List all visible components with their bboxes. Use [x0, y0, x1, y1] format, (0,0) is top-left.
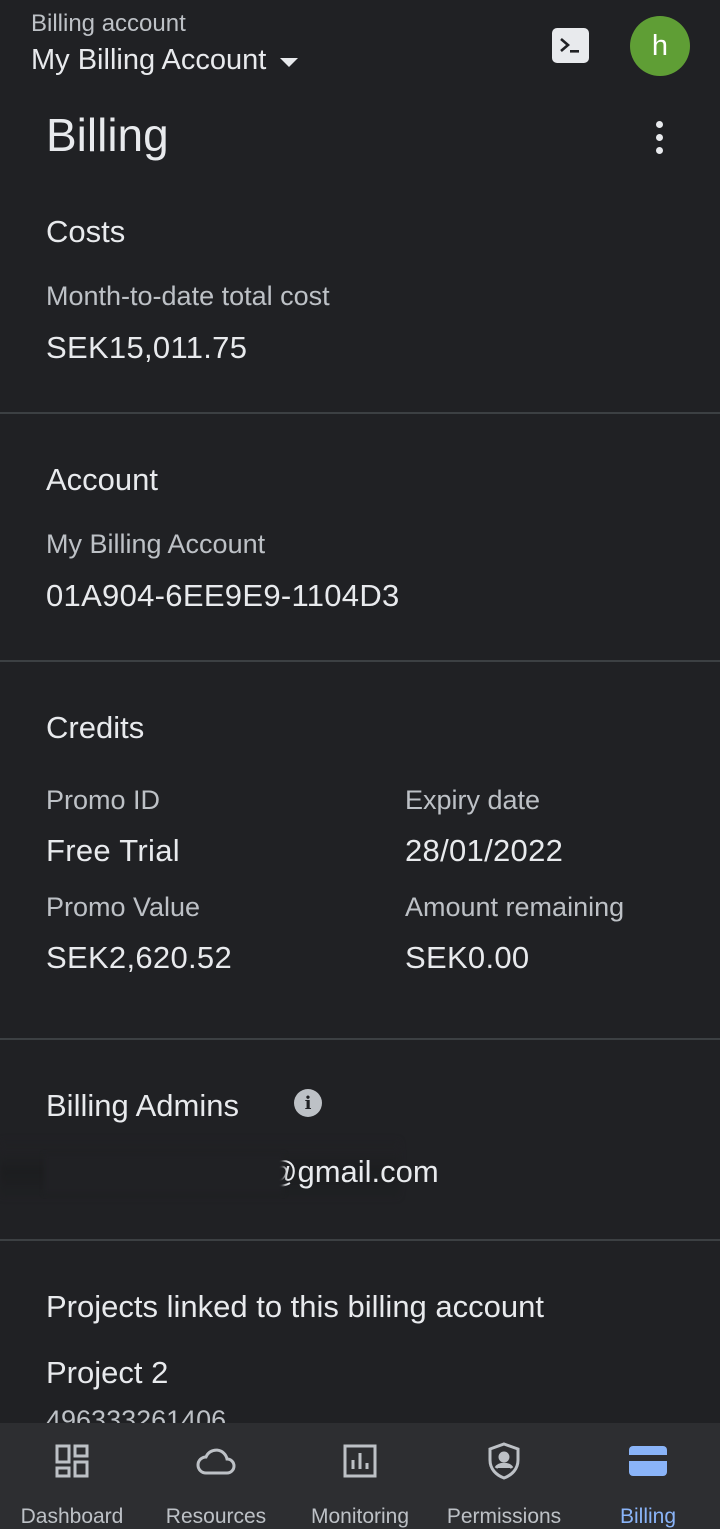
nav-item-monitoring[interactable]: Monitoring [288, 1423, 432, 1529]
avatar[interactable]: h [630, 16, 690, 76]
page-title: Billing [46, 109, 169, 161]
amount-remaining-label: Amount remaining [405, 892, 625, 922]
month-to-date-label: Month-to-date total cost [46, 281, 330, 311]
bottom-navigation: Dashboard Resources Monitoring Permissio… [0, 1423, 720, 1529]
nav-label: Dashboard [20, 1505, 124, 1528]
more-options-button[interactable] [642, 116, 676, 158]
costs-section-title: Costs [46, 214, 126, 249]
bar-chart-icon [340, 1441, 380, 1481]
nav-item-dashboard[interactable]: Dashboard [0, 1423, 144, 1529]
amount-remaining-value: SEK0.00 [405, 940, 530, 975]
credits-section-title: Credits [46, 710, 145, 745]
cloud-shell-button[interactable] [552, 28, 589, 63]
nav-item-permissions[interactable]: Permissions [432, 1423, 576, 1529]
nav-label: Resources [165, 1505, 267, 1528]
expiry-date-value: 28/01/2022 [405, 833, 564, 868]
nav-item-billing[interactable]: Billing [576, 1423, 720, 1529]
more-vert-icon [655, 120, 663, 128]
promo-value-label: Promo Value [46, 892, 201, 922]
nav-item-resources[interactable]: Resources [144, 1423, 288, 1529]
divider [0, 412, 720, 414]
divider [0, 1038, 720, 1040]
expiry-date-label: Expiry date [405, 785, 541, 815]
project-id: 496333261406 [46, 1405, 227, 1423]
promo-id-value: Free Trial [46, 833, 180, 868]
nav-label: Monitoring [310, 1505, 410, 1528]
redaction-mask [44, 1154, 284, 1194]
dashboard-icon [52, 1441, 92, 1481]
billing-account-selector[interactable]: My Billing Account [31, 44, 299, 77]
nav-label: Permissions [446, 1505, 562, 1528]
credit-card-icon [628, 1441, 668, 1481]
chevron-down-icon [280, 58, 299, 67]
info-icon[interactable]: i [294, 1089, 322, 1117]
project-name[interactable]: Project 2 [46, 1355, 168, 1391]
projects-section-title: Projects linked to this billing account [46, 1289, 544, 1324]
shield-person-icon [484, 1441, 524, 1481]
divider [0, 1239, 720, 1241]
account-name: My Billing Account [46, 529, 266, 559]
promo-id-label: Promo ID [46, 785, 161, 815]
billing-admins-title: Billing Admins [46, 1088, 239, 1123]
cloud-icon [196, 1441, 236, 1481]
terminal-icon [560, 38, 579, 53]
nav-label: Billing [619, 1505, 677, 1528]
billing-account-name: My Billing Account [31, 44, 267, 76]
month-to-date-value: SEK15,011.75 [46, 330, 248, 365]
billing-account-caption: Billing account [31, 10, 186, 37]
account-section-title: Account [46, 462, 159, 497]
promo-value: SEK2,620.52 [46, 940, 233, 975]
account-id: 01A904-6EE9E9-1104D3 [46, 578, 400, 613]
divider [0, 660, 720, 662]
avatar-initial: h [651, 29, 669, 62]
top-bar: Billing account My Billing Account h [0, 0, 720, 100]
